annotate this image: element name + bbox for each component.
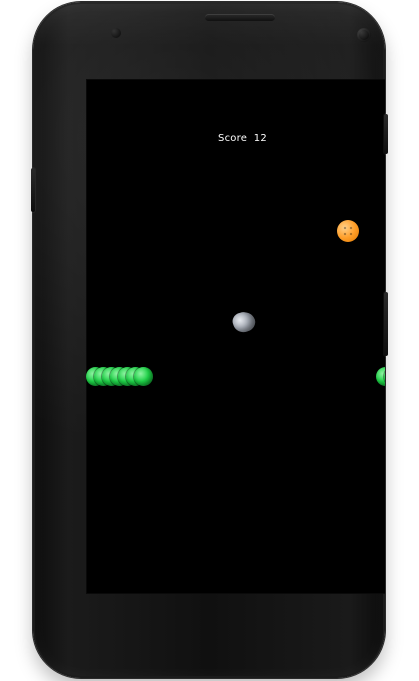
- snake-segment: [134, 367, 153, 386]
- page: Score 12: [0, 0, 419, 681]
- side-button: [384, 292, 388, 356]
- game-screen[interactable]: Score 12: [86, 79, 385, 594]
- score-text: Score 12: [218, 133, 267, 144]
- power-button: [384, 114, 388, 154]
- front-sensor: [111, 28, 121, 38]
- earpiece-speaker: [205, 14, 275, 21]
- phone-device: Score 12: [33, 2, 385, 678]
- rock-obstacle: [230, 309, 258, 335]
- food-pellet: [337, 220, 359, 242]
- volume-button: [31, 168, 35, 212]
- front-camera: [357, 28, 371, 42]
